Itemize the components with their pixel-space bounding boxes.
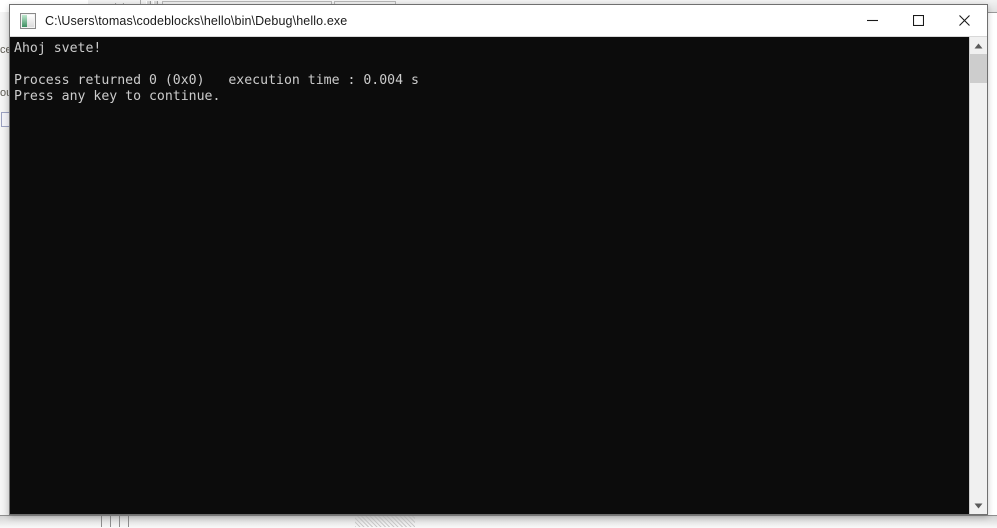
close-button[interactable] bbox=[941, 5, 987, 36]
statusbar-separator bbox=[128, 516, 129, 527]
scroll-down-arrow-icon[interactable] bbox=[970, 497, 987, 514]
window-title: C:\Users\tomas\codeblocks\hello\bin\Debu… bbox=[45, 13, 348, 28]
window-controls bbox=[849, 5, 987, 36]
vertical-scrollbar[interactable] bbox=[969, 37, 987, 514]
window-titlebar[interactable]: C:\Users\tomas\codeblocks\hello\bin\Debu… bbox=[10, 5, 987, 36]
minimize-button[interactable] bbox=[849, 5, 895, 36]
statusbar-separator bbox=[110, 516, 111, 527]
scroll-up-arrow-icon[interactable] bbox=[970, 37, 987, 54]
console-app-icon bbox=[20, 12, 36, 29]
console-client-area: Ahoj svete! Process returned 0 (0x0) exe… bbox=[10, 36, 987, 514]
console-line: Press any key to continue. bbox=[14, 89, 221, 104]
scrollbar-track[interactable] bbox=[970, 54, 987, 497]
scroll-thumb[interactable] bbox=[970, 54, 987, 83]
console-line: Process returned 0 (0x0) execution time … bbox=[14, 73, 419, 88]
background-window-statusbar bbox=[0, 515, 997, 528]
console-line: Ahoj svete! bbox=[14, 41, 102, 56]
console-output-screen[interactable]: Ahoj svete! Process returned 0 (0x0) exe… bbox=[10, 37, 969, 514]
statusbar-separator bbox=[101, 516, 102, 527]
statusbar-resize-grip[interactable] bbox=[355, 516, 415, 527]
statusbar-separator bbox=[119, 516, 120, 527]
console-window: C:\Users\tomas\codeblocks\hello\bin\Debu… bbox=[9, 4, 988, 515]
maximize-button[interactable] bbox=[895, 5, 941, 36]
